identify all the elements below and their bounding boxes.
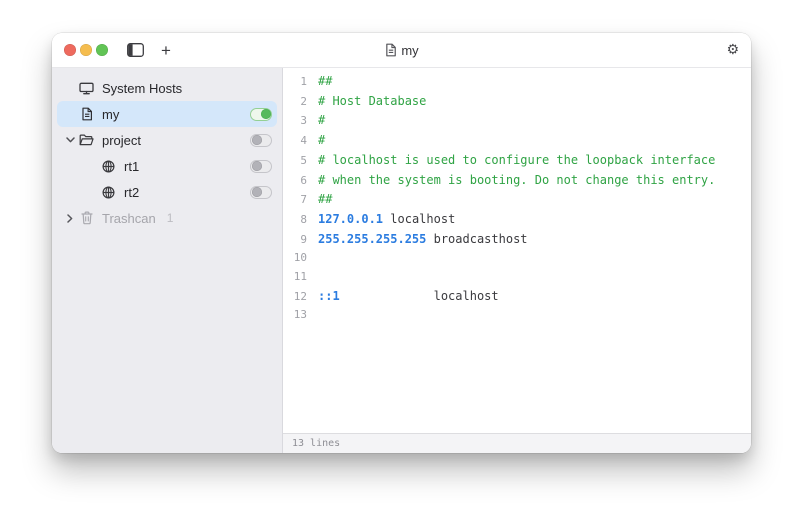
line-number: 6 bbox=[283, 172, 307, 191]
sidebar-item-rt1[interactable]: rt1 bbox=[57, 153, 277, 179]
hostname: localhost bbox=[434, 289, 499, 303]
sidebar: System Hosts my bbox=[52, 68, 283, 453]
line-number: 13 bbox=[283, 306, 307, 325]
editor-line: 3# bbox=[283, 111, 751, 131]
editor-line: 6 # when the system is booting. Do not ch… bbox=[283, 171, 751, 191]
ip-address: ::1 bbox=[318, 289, 340, 303]
folder-open-icon bbox=[79, 134, 94, 146]
editor-line: 13 bbox=[283, 306, 751, 325]
toggle-sidebar-button[interactable] bbox=[127, 43, 144, 57]
chevron-right-icon[interactable] bbox=[61, 214, 79, 223]
code-text: ## bbox=[318, 72, 332, 91]
line-number: 8 bbox=[283, 211, 307, 230]
sidebar-item-label: project bbox=[102, 133, 141, 148]
code-text: 127.0.0.1 localhost bbox=[318, 210, 455, 229]
line-number: 4 bbox=[283, 132, 307, 151]
document-icon bbox=[79, 107, 94, 121]
line-number: 9 bbox=[283, 231, 307, 250]
ip-address: 127.0.0.1 bbox=[318, 212, 383, 226]
line-number: 3 bbox=[283, 112, 307, 131]
editor-line: 7 ## bbox=[283, 190, 751, 210]
whitespace bbox=[426, 232, 433, 246]
sidebar-toggle-icon bbox=[127, 43, 144, 57]
code-text: # when the system is booting. Do not cha… bbox=[318, 171, 715, 190]
hosts-editor[interactable]: 1## 2# Host Database 3# 4# 5# localhost … bbox=[283, 68, 751, 433]
editor-line: 12::1 localhost bbox=[283, 287, 751, 307]
code-text: # bbox=[318, 131, 325, 150]
line-number: 1 bbox=[283, 73, 307, 92]
editor-pane: 1## 2# Host Database 3# 4# 5# localhost … bbox=[283, 68, 751, 453]
ip-address: 255.255.255.255 bbox=[318, 232, 426, 246]
globe-icon bbox=[101, 186, 116, 199]
minimize-button[interactable] bbox=[80, 44, 92, 56]
close-button[interactable] bbox=[64, 44, 76, 56]
host-toggle-rt1[interactable] bbox=[250, 160, 272, 173]
sidebar-item-my[interactable]: my bbox=[57, 101, 277, 127]
sidebar-item-label: rt1 bbox=[124, 159, 139, 174]
editor-line: 2 # Host Database bbox=[283, 92, 751, 112]
sidebar-item-label: System Hosts bbox=[102, 81, 182, 96]
line-number: 11 bbox=[283, 268, 307, 287]
sidebar-item-project[interactable]: project bbox=[57, 127, 277, 153]
code-text: 255.255.255.255 broadcasthost bbox=[318, 230, 528, 249]
document-icon bbox=[384, 43, 396, 57]
add-host-button[interactable]: + bbox=[161, 42, 171, 59]
sidebar-item-system-hosts[interactable]: System Hosts bbox=[57, 75, 277, 101]
editor-line: 11 bbox=[283, 268, 751, 287]
editor-line: 10 bbox=[283, 249, 751, 268]
trashcan-count-badge: 1 bbox=[167, 211, 174, 225]
main-area: System Hosts my bbox=[52, 68, 751, 453]
traffic-lights bbox=[64, 44, 108, 56]
zoom-button[interactable] bbox=[96, 44, 108, 56]
sidebar-item-label: my bbox=[102, 107, 119, 122]
editor-line: 9 255.255.255.255 broadcasthost bbox=[283, 230, 751, 250]
window-title: my bbox=[384, 33, 418, 67]
status-bar: 13 lines bbox=[283, 433, 751, 453]
line-number: 7 bbox=[283, 191, 307, 210]
settings-button[interactable]: ⚙ bbox=[726, 43, 739, 57]
line-number: 5 bbox=[283, 152, 307, 171]
code-text: ## bbox=[318, 190, 332, 209]
code-text: # localhost is used to configure the loo… bbox=[318, 151, 715, 170]
code-text: # bbox=[318, 111, 325, 130]
chevron-down-icon[interactable] bbox=[61, 137, 79, 143]
sidebar-item-label: Trashcan bbox=[102, 211, 156, 226]
host-toggle-rt2[interactable] bbox=[250, 186, 272, 199]
editor-line: 4# bbox=[283, 131, 751, 151]
monitor-icon bbox=[79, 82, 94, 95]
sidebar-item-label: rt2 bbox=[124, 185, 139, 200]
code-text: ::1 localhost bbox=[318, 287, 499, 306]
title-bar: + my ⚙ bbox=[52, 33, 751, 68]
code-text: # Host Database bbox=[318, 92, 426, 111]
line-number: 2 bbox=[283, 93, 307, 112]
editor-line: 5 # localhost is used to configure the lo… bbox=[283, 151, 751, 171]
hostname: broadcasthost bbox=[434, 232, 528, 246]
window-title-text: my bbox=[401, 43, 418, 58]
host-toggle-project[interactable] bbox=[250, 134, 272, 147]
hostname: localhost bbox=[390, 212, 455, 226]
line-number: 12 bbox=[283, 288, 307, 307]
globe-icon bbox=[101, 160, 116, 173]
line-count-label: 13 lines bbox=[292, 438, 340, 449]
host-toggle-my[interactable] bbox=[250, 108, 272, 121]
editor-line: 1 ## bbox=[283, 72, 751, 92]
app-window: + my ⚙ bbox=[52, 33, 751, 453]
whitespace bbox=[340, 289, 434, 303]
line-number: 10 bbox=[283, 249, 307, 268]
sidebar-item-rt2[interactable]: rt2 bbox=[57, 179, 277, 205]
editor-line: 8 127.0.0.1 localhost bbox=[283, 210, 751, 230]
sidebar-item-trashcan[interactable]: Trashcan 1 bbox=[57, 205, 277, 231]
trash-icon bbox=[79, 211, 94, 225]
gear-icon: ⚙ bbox=[726, 43, 739, 57]
